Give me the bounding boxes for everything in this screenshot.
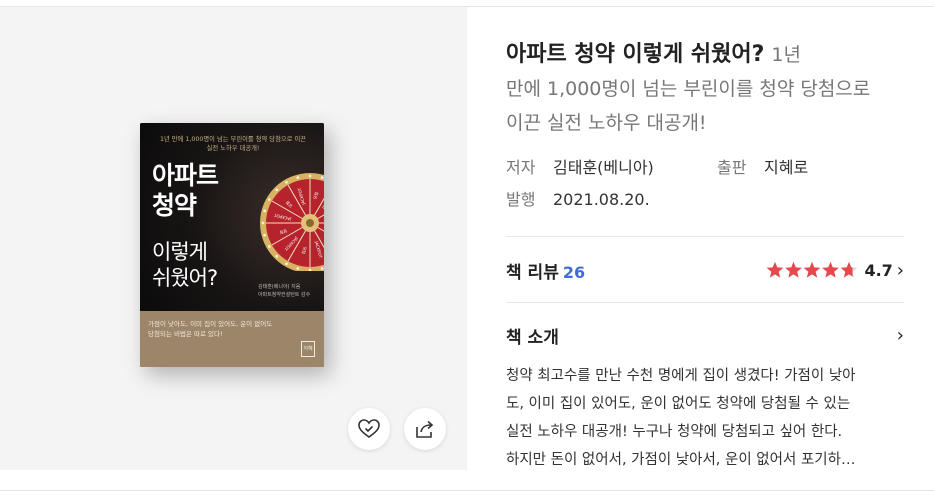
meta-row-date: 발행 2021.08.20. [506, 184, 808, 216]
divider-review [506, 236, 904, 237]
wheel-light [268, 245, 271, 248]
wheel-light [308, 174, 312, 178]
wheel-light [275, 188, 279, 192]
star-icon [785, 261, 803, 278]
intro-line: 하지만 돈이 없어서, 가점이 낮아서, 운이 없어서 포기하… [506, 452, 856, 468]
intro-text: 청약 최고수를 만난 수천 명에게 집이 생겼다! 가점이 낮아 도, 이미 집… [506, 362, 900, 474]
cover-title-top: 아파트 청약 [152, 161, 219, 220]
intro-label: 책 소개 [506, 327, 559, 348]
bottom-divider [0, 490, 934, 491]
cover-author: 김태훈(베니아) 지음 아파트청약컨설턴트 감수 [258, 284, 311, 298]
book-title-line1: 아파트 청약 이렇게 쉬웠어? 1년 [506, 38, 906, 72]
book-subtitle-line2: 만에 1,000명이 넘는 부린이를 청약 당첨으로 [506, 72, 906, 106]
meta-row-author-publisher: 저자 김태훈(베니아) 출판 지혜로 [506, 152, 808, 184]
like-button[interactable] [348, 408, 390, 450]
share-icon [416, 420, 434, 438]
author-value[interactable]: 김태훈(베니아) [553, 152, 717, 184]
intro-line: 청약 최고수를 만난 수천 명에게 집이 생겼다! 가점이 낮아 [506, 368, 856, 384]
review-label: 책 리뷰 [506, 262, 559, 283]
publisher-label: 출판 [717, 158, 747, 177]
date-value: 2021.08.20. [553, 190, 650, 209]
date-label: 발행 [506, 190, 536, 209]
review-count: 26 [562, 262, 586, 282]
rating-stars [767, 261, 858, 278]
book-subtitle-part2: 만에 1,000명이 넘는 부린이를 청약 당첨으로 [506, 78, 871, 100]
book-cover-top: 1년 만에 1,000명이 넘는 부린이를 청약 당첨으로 이끈 실전 노하우 … [140, 123, 324, 311]
star-icon [804, 261, 821, 278]
rating-group: 4.7 › [766, 260, 904, 281]
wheel-light [296, 176, 300, 179]
wheel-light [275, 254, 279, 258]
chevron-right-icon[interactable]: › [897, 325, 904, 346]
share-button[interactable] [404, 408, 446, 450]
book-cover[interactable]: 1년 만에 1,000명이 넘는 부린이를 청약 당첨으로 이끈 실전 노하우 … [140, 123, 324, 367]
roulette-wheel-image: JACKPOT당첨JACKPOT당첨JACKPOT당첨JACKPOT당첨 JACK… [260, 173, 324, 271]
book-title: 아파트 청약 이렇게 쉬웠어? [506, 42, 765, 67]
rating-value: 4.7 [864, 260, 893, 280]
divider-intro [506, 302, 904, 303]
cover-tagline: 1년 만에 1,000명이 넘는 부린이를 청약 당첨으로 이끈 실전 노하우 … [159, 136, 307, 152]
book-title-block: 아파트 청약 이렇게 쉬웠어? 1년 만에 1,000명이 넘는 부린이를 청약… [506, 38, 906, 140]
intro-line: 실전 노하우 대공개! 누구나 청약에 당첨되고 싶어 한다. [506, 424, 843, 440]
publisher-logo: 지혜 [301, 341, 315, 357]
wheel-light [296, 267, 300, 270]
intro-line: 도, 이미 집이 있어도, 운이 없어도 청약에 당첨될 수 있는 [506, 396, 851, 412]
book-subtitle-part1: 1년 [771, 44, 801, 66]
review-heading: 책 리뷰 26 [506, 258, 585, 283]
wheel-light [320, 267, 324, 270]
wheel-light [261, 221, 265, 225]
book-cover-bottom: 가점이 낮아도, 이미 집이 있어도, 운이 없어도 당첨되는 비법은 따로 있… [140, 311, 324, 367]
book-subtitle-part3: 이끈 실전 노하우 대공개! [506, 112, 707, 134]
wheel-light [320, 176, 324, 179]
wheel-light [285, 181, 288, 184]
cover-panel: 1년 만에 1,000명이 넘는 부린이를 청약 당첨으로 이끈 실전 노하우 … [0, 7, 467, 470]
wheel-light [285, 262, 288, 265]
star-icon [767, 261, 784, 278]
star-icon [841, 261, 858, 278]
wheel-light [263, 233, 266, 237]
publisher-value[interactable]: 지혜로 [764, 152, 808, 184]
review-row[interactable]: 책 리뷰 26 4.7 › [506, 256, 904, 284]
wheel-light [268, 198, 271, 201]
cover-title-bottom: 이렇게 쉬웠어? [152, 240, 218, 290]
chevron-right-icon[interactable]: › [897, 260, 904, 281]
cover-blurb: 가점이 낮아도, 이미 집이 있어도, 운이 없어도 당첨되는 비법은 따로 있… [148, 320, 273, 338]
wheel-light [263, 209, 266, 213]
book-subtitle-line3: 이끈 실전 노하우 대공개! [506, 106, 906, 140]
author-label: 저자 [506, 158, 536, 177]
book-meta: 저자 김태훈(베니아) 출판 지혜로 발행 2021.08.20. [506, 152, 808, 216]
heart-check-icon [358, 419, 380, 438]
star-icon [822, 261, 840, 278]
top-divider [0, 0, 934, 7]
intro-row[interactable]: 책 소개 › [506, 321, 904, 349]
